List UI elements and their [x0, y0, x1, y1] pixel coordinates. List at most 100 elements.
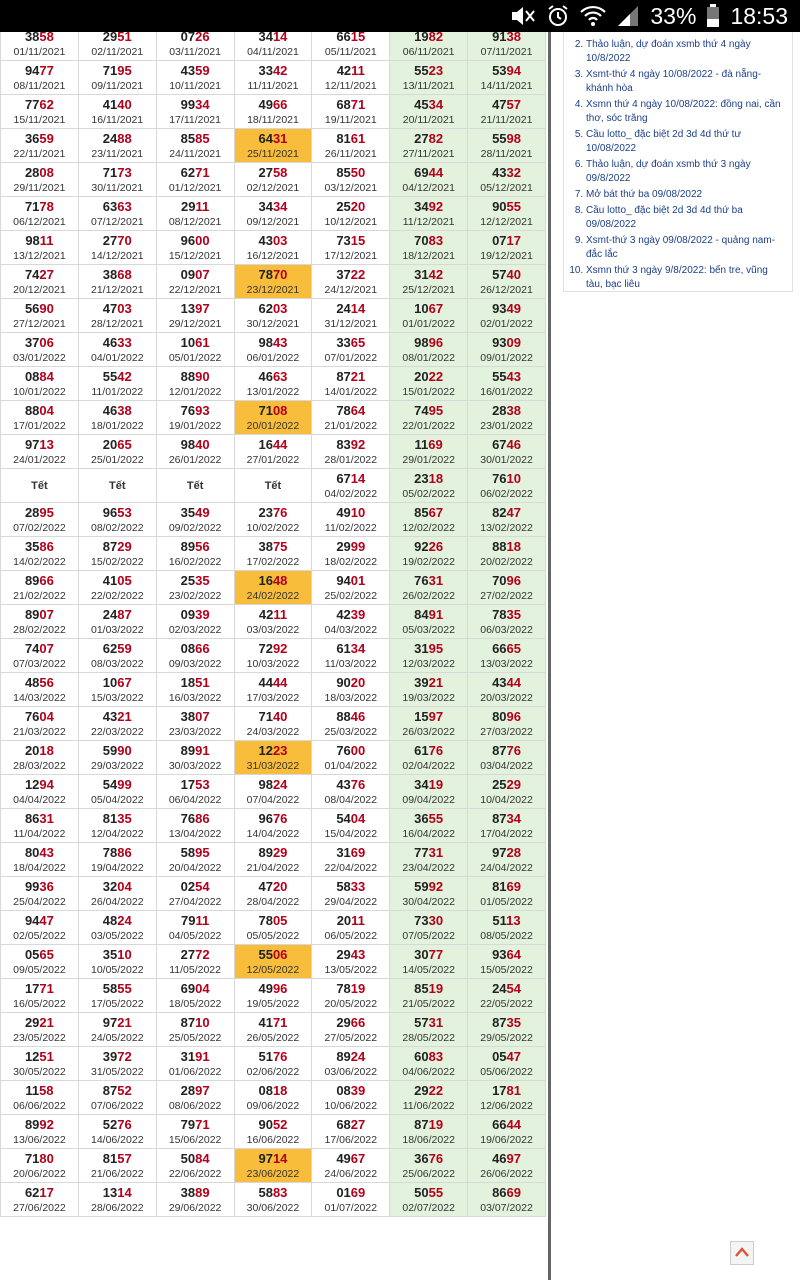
- result-date: 20/01/2022: [246, 419, 300, 432]
- result-number-prefix: 19: [414, 32, 429, 44]
- result-date: 15/03/2022: [90, 691, 144, 704]
- result-number-last-two: 58: [272, 164, 288, 180]
- result-number-prefix: 60: [414, 1048, 429, 1064]
- result-number-prefix: 24: [102, 606, 118, 622]
- result-number-prefix: 43: [180, 62, 196, 78]
- result-date: 24/05/2022: [90, 1031, 144, 1044]
- result-date: 22/11/2021: [13, 147, 66, 160]
- result-number: 5394: [468, 63, 545, 79]
- result-date: 03/07/2022: [480, 1201, 533, 1214]
- result-number-last-two: 34: [350, 640, 366, 656]
- result-cell: 2488 23/11/2021: [77, 128, 157, 163]
- result-number-last-two: 55: [117, 980, 132, 996]
- result-number: 2022: [390, 369, 467, 385]
- result-date: 25/02/2022: [324, 589, 378, 602]
- recent-post-link[interactable]: Xsmt-thứ 3 ngày 09/08/2022 - quảng nam-đ…: [586, 234, 786, 262]
- result-cell: 3365 07/01/2022: [311, 332, 391, 367]
- result-date: 12/01/2022: [168, 385, 222, 398]
- holiday-label: Tết: [264, 479, 282, 492]
- result-cell: 7195 09/11/2021: [77, 60, 157, 95]
- result-date: 16/04/2022: [402, 827, 455, 840]
- result-number-last-two: 21: [39, 1014, 54, 1030]
- result-cell: 9364 15/05/2022: [467, 944, 546, 979]
- result-number: 7180: [1, 1151, 78, 1167]
- result-cell: 5394 14/11/2021: [467, 60, 546, 95]
- result-number-prefix: 99: [24, 878, 40, 894]
- result-number-last-two: 83: [272, 1184, 288, 1200]
- result-number-prefix: 47: [492, 96, 507, 112]
- result-number-last-two: 66: [195, 640, 210, 656]
- result-number: 8710: [157, 1015, 234, 1031]
- recent-post-link[interactable]: Xsmn thứ 3 ngày 9/8/2022: bến tre, vũng …: [586, 264, 786, 292]
- result-cell: 6871 19/11/2021: [311, 94, 391, 129]
- result-date: 17/11/2021: [169, 113, 221, 126]
- result-date: 30/05/2022: [13, 1065, 66, 1078]
- result-number: 5055: [390, 1185, 467, 1201]
- result-number-last-two: 07: [39, 606, 54, 622]
- result-number-prefix: 42: [258, 606, 274, 622]
- result-number: 3195: [390, 641, 467, 657]
- result-cell: 1597 26/03/2022: [389, 706, 469, 741]
- result-number: 3921: [390, 675, 467, 691]
- result-number: 9052: [235, 1117, 312, 1133]
- results-row: 7604 21/03/2022 4321 22/03/2022 3807 23/03/20…: [0, 706, 546, 741]
- result-date: 06/11/2021: [402, 45, 455, 58]
- result-date: 26/06/2022: [480, 1167, 533, 1180]
- result-number-prefix: 08: [336, 1082, 351, 1098]
- result-number: 4105: [79, 573, 156, 589]
- result-number-last-two: 67: [117, 674, 132, 690]
- result-number: 3342: [235, 63, 312, 79]
- result-cell: 4239 04/03/2022: [311, 604, 391, 639]
- result-cell: 0839 10/06/2022: [311, 1080, 391, 1115]
- result-number-prefix: 25: [180, 572, 196, 588]
- result-number-prefix: 98: [258, 776, 273, 792]
- recent-post-link[interactable]: Xsmn thứ 4 ngày 10/08/2022: đồng nai, cầ…: [586, 98, 786, 126]
- recent-post-link[interactable]: Mở bát thứ ba 09/08/2022: [586, 188, 786, 202]
- result-date: 05/05/2022: [246, 929, 300, 942]
- result-number: 8157: [79, 1151, 156, 1167]
- recent-post-link[interactable]: Xsmt-thứ 4 ngày 10/08/2022 - đà nẵng-khá…: [586, 68, 786, 96]
- result-cell: 6746 30/01/2022: [467, 434, 546, 469]
- result-number-prefix: 20: [24, 742, 40, 758]
- result-number: 7427: [1, 267, 78, 283]
- recent-post-link[interactable]: Cầu lotto_ đặc biệt 2d 3d 4d thứ ba 09/0…: [586, 204, 786, 232]
- result-number-prefix: 66: [492, 1116, 507, 1132]
- result-number: 2838: [468, 403, 545, 419]
- result-cell: 8729 15/02/2022: [77, 536, 157, 571]
- result-cell: 6615 05/11/2021: [311, 32, 391, 61]
- result-date: 12/11/2021: [324, 79, 377, 92]
- result-number: 4140: [79, 97, 156, 113]
- result-number: 3889: [157, 1185, 234, 1201]
- results-table-container[interactable]: 3858 01/11/2021 2951 02/11/2021 0726 03/11/20…: [0, 32, 551, 1280]
- result-number-last-two: 07: [195, 708, 210, 724]
- result-date: 01/12/2021: [168, 181, 222, 194]
- recent-post-link[interactable]: Thảo luận, dự đoán xsmb thứ 3 ngày 09/8/…: [586, 158, 786, 186]
- result-number-last-two: 09: [506, 334, 521, 350]
- result-number: 8735: [468, 1015, 545, 1031]
- result-cell: 2772 11/05/2022: [155, 944, 235, 979]
- result-number: 0866: [157, 641, 234, 657]
- result-number: 0907: [157, 267, 234, 283]
- result-number-last-two: 82: [428, 32, 444, 44]
- result-cell: 5833 29/04/2022: [311, 876, 391, 911]
- result-number-prefix: 41: [102, 96, 118, 112]
- result-cell: 2943 13/05/2022: [311, 944, 391, 979]
- recent-post-link[interactable]: Cầu lotto_ đặc biệt 2d 3d 4d thứ tư 10/0…: [586, 128, 786, 156]
- result-number-last-two: 47: [506, 1048, 521, 1064]
- result-number-prefix: 77: [414, 844, 429, 860]
- result-number-last-two: 29: [272, 844, 288, 860]
- scroll-to-top-button[interactable]: [730, 1241, 754, 1265]
- result-number: 2758: [235, 165, 312, 181]
- result-date: 03/06/2022: [324, 1065, 378, 1078]
- recent-post-link[interactable]: Thảo luận, dự đoán xsmb thứ 4 ngày 10/8/…: [586, 38, 786, 66]
- result-date: 27/11/2021: [402, 147, 455, 160]
- result-date: 06/01/2022: [246, 351, 300, 364]
- result-number-last-two: 49: [195, 504, 210, 520]
- result-number-last-two: 86: [195, 810, 210, 826]
- result-number-prefix: 38: [258, 538, 273, 554]
- result-cell: 2454 22/05/2022: [467, 978, 546, 1013]
- result-number-prefix: 13: [102, 1184, 118, 1200]
- result-number: 2318: [390, 471, 467, 487]
- result-number: 3510: [79, 947, 156, 963]
- result-number: 6871: [312, 97, 389, 113]
